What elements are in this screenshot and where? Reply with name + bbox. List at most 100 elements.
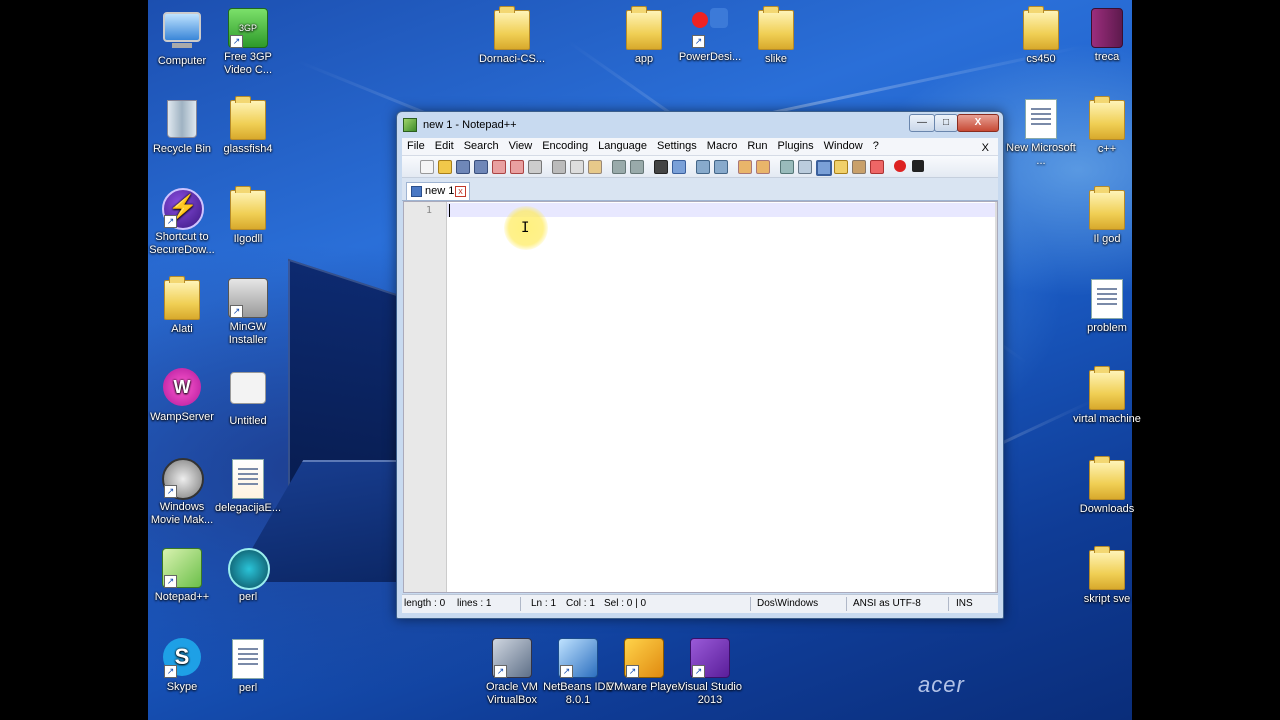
zoom-out-icon[interactable] [714,160,728,174]
replace-icon[interactable] [672,160,686,174]
folder-icon [1021,6,1061,50]
desktop-icon-dornaci[interactable]: Dornaci-CS... [474,6,550,66]
tab-bar: new 1 x [402,178,998,201]
save-icon[interactable] [456,160,470,174]
save-status-icon [411,185,422,197]
vertical-scrollbar[interactable] [995,202,997,592]
desktop-icon-ilgodll[interactable]: Ilgodll [210,186,286,246]
folder-icon [162,276,202,320]
menu-settings[interactable]: Settings [652,138,702,152]
desktop-icon-securedownload[interactable]: ⚡ ↗ Shortcut to SecureDow... [144,188,220,257]
desktop-icon-movie-maker[interactable]: ↗ Windows Movie Mak... [144,458,220,527]
cut-icon[interactable] [552,160,566,174]
desktop-icon-recycle-bin[interactable]: Recycle Bin [144,98,220,156]
undo-icon[interactable] [612,160,626,174]
paste-icon[interactable] [588,160,602,174]
movie-maker-icon: ↗ [162,458,204,500]
desktop-icon-visual-studio[interactable]: ↗ Visual Studio 2013 [672,638,748,707]
save-all-icon[interactable] [474,160,488,174]
desktop-icon-new-microsoft[interactable]: New Microsoft ... [1003,98,1079,168]
desktop-icon-virtal-machine[interactable]: virtal machine [1069,366,1145,426]
line-number-gutter: 1 [404,202,447,592]
document-close-button[interactable]: X [977,140,994,154]
desktop-icon-powerdesigner[interactable]: ↗ PowerDesi... [672,8,748,64]
desktop-icon-delegacija[interactable]: delegacijaE... [210,458,286,515]
word-wrap-icon[interactable] [780,160,794,174]
tab-close-icon[interactable]: x [455,186,466,197]
menu-edit[interactable]: Edit [430,138,459,152]
desktop-icon-netbeans[interactable]: ↗ NetBeans IDE 8.0.1 [540,638,616,707]
close-all-icon[interactable] [510,160,524,174]
wampserver-icon: W [162,368,202,408]
folder-icon [1087,546,1127,590]
tab-new-1[interactable]: new 1 x [406,182,470,200]
desktop-icon-perl-file[interactable]: perl [210,638,286,695]
zoom-in-icon[interactable] [696,160,710,174]
desktop-icon-cpp[interactable]: c++ [1069,96,1145,156]
desktop-icon-mingw[interactable]: ↗ MinGW Installer [210,278,286,347]
open-file-icon[interactable] [438,160,452,174]
desktop-icon-glassfish4[interactable]: glassfish4 [210,96,286,156]
menu-view[interactable]: View [504,138,538,152]
desktop-icon-untitled[interactable]: Untitled [210,368,286,428]
netbeans-icon: ↗ [558,638,598,678]
menu-plugins[interactable]: Plugins [773,138,819,152]
desktop-icon-notepadpp[interactable]: ↗ Notepad++ [144,548,220,604]
menu-language[interactable]: Language [593,138,652,152]
desktop-icon-slike[interactable]: slike [738,6,814,66]
desktop-icon-computer[interactable]: Computer [144,8,220,68]
menu-run[interactable]: Run [742,138,772,152]
menu-help[interactable]: ? [868,138,884,152]
desktop-icon-free3gp[interactable]: 3GP ↗ Free 3GP Video C... [210,8,286,77]
status-divider [750,597,751,611]
desktop-icon-alati[interactable]: Alati [144,276,220,336]
copy-icon[interactable] [570,160,584,174]
installer-icon: ↗ [228,278,268,318]
desktop-icon-problem[interactable]: problem [1069,278,1145,335]
desktop-icon-virtualbox[interactable]: ↗ Oracle VM VirtualBox [474,638,550,707]
redo-icon[interactable] [630,160,644,174]
folder-icon [1087,186,1127,230]
folder-as-workspace-icon[interactable] [870,160,884,174]
bolt-icon: ⚡ ↗ [162,188,204,230]
desktop-icon-cs450[interactable]: cs450 [1003,6,1079,66]
menu-macro[interactable]: Macro [702,138,743,152]
menu-encoding[interactable]: Encoding [537,138,593,152]
editor-area[interactable]: 1 [403,201,998,593]
sync-vertical-icon[interactable] [738,160,752,174]
menu-file[interactable]: File [402,138,430,152]
desktop-icon-perl-shortcut[interactable]: perl [210,548,286,604]
window-title: new 1 - Notepad++ [423,119,517,131]
maximize-button[interactable]: □ [934,114,958,132]
desktop-icon-downloads[interactable]: Downloads [1069,456,1145,516]
status-divider [948,597,949,611]
desktop-icon-vmware[interactable]: ↗ VMware Player [606,638,682,694]
line-number: 1 [425,205,432,216]
desktop-icon-il-god[interactable]: Il god [1069,186,1145,246]
find-icon[interactable] [654,160,668,174]
archive-icon [1087,8,1127,48]
notepadpp-window[interactable]: new 1 - Notepad++ — □ X File Edit Search Vi… [396,111,1004,619]
show-all-characters-icon[interactable] [798,160,812,174]
new-file-icon[interactable] [420,160,434,174]
close-file-icon[interactable] [492,160,506,174]
close-button[interactable]: X [957,114,999,132]
stop-macro-icon[interactable] [912,160,924,172]
print-icon[interactable] [528,160,542,174]
desktop-icon-treca[interactable]: treca [1069,8,1145,64]
desktop-icon-app[interactable]: app [606,6,682,66]
window-titlebar[interactable]: new 1 - Notepad++ [403,115,997,135]
desktop-icon-wampserver[interactable]: W WampServer [144,368,220,424]
menu-window[interactable]: Window [819,138,868,152]
document-map-icon[interactable] [834,160,848,174]
function-list-icon[interactable] [852,160,866,174]
minimize-button[interactable]: — [909,114,935,132]
record-macro-icon[interactable] [894,160,906,172]
menu-search[interactable]: Search [459,138,504,152]
desktop-icon-skype[interactable]: S ↗ Skype [144,638,220,694]
word-document-icon [1021,99,1061,139]
indent-guide-icon[interactable] [816,160,832,176]
sync-horizontal-icon[interactable] [756,160,770,174]
video-converter-icon: 3GP ↗ [228,8,268,48]
desktop-icon-skript-sve[interactable]: skript sve [1069,546,1145,606]
